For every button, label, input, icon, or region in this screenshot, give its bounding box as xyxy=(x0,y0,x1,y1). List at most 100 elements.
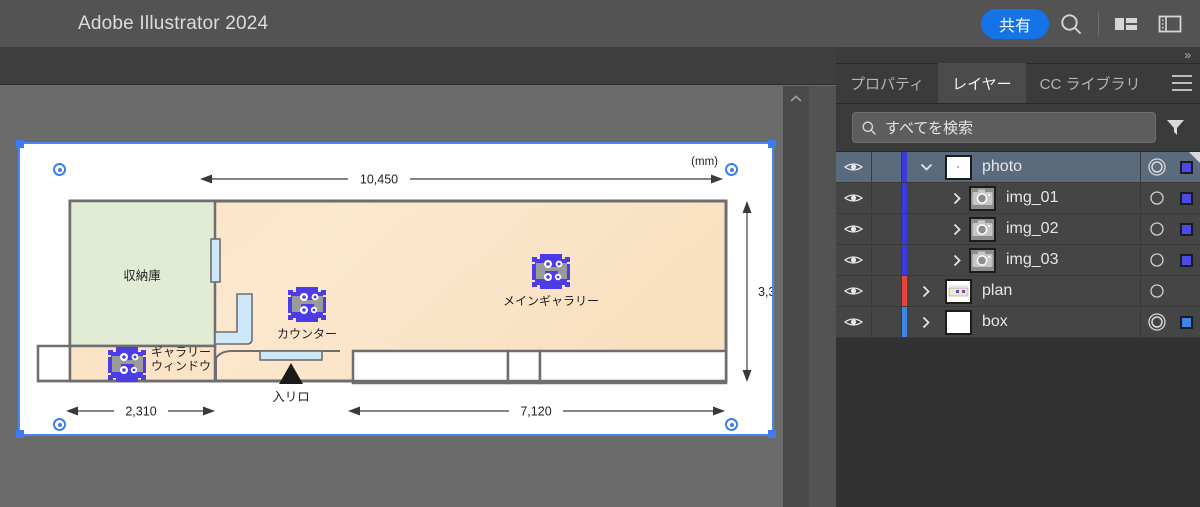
camera-icon xyxy=(972,189,993,205)
lock-toggle-plan[interactable] xyxy=(872,276,902,306)
workspace-switcher-button[interactable] xyxy=(1148,2,1192,46)
lock-toggle-img-02[interactable] xyxy=(872,214,902,244)
selection-swatch-img-01 xyxy=(1172,183,1200,213)
target-indicator-img-01[interactable] xyxy=(1140,183,1172,213)
eye-icon xyxy=(844,318,863,326)
selection-swatch-box xyxy=(1172,307,1200,337)
tab-properties-label: プロパティ xyxy=(850,75,925,93)
dimension-top xyxy=(200,174,723,184)
disclosure-photo[interactable] xyxy=(907,152,945,182)
selection-swatch-plan xyxy=(1172,276,1200,306)
tab-properties[interactable]: プロパティ xyxy=(836,63,938,103)
share-button[interactable]: 共有 xyxy=(980,8,1049,39)
share-button-label: 共有 xyxy=(998,17,1031,35)
layer-row-photo[interactable]: photo xyxy=(836,152,1200,183)
target-icon xyxy=(1149,284,1164,298)
layer-thumbnail-box xyxy=(945,309,972,335)
visibility-toggle-plan[interactable] xyxy=(836,276,872,306)
tab-cc-libraries[interactable]: CC ライブラリ xyxy=(1026,63,1155,103)
artboard[interactable]: 収納庫 入リロ 10,450 (mm) 3,3 2,310 7,120 カウンタ… xyxy=(16,140,776,438)
layer-row-img-03[interactable]: img_03 xyxy=(836,245,1200,276)
canvas-right-margin xyxy=(809,86,836,507)
toolbar-divider xyxy=(1098,10,1099,37)
layer-row-box[interactable]: box xyxy=(836,307,1200,338)
visibility-toggle-img-02[interactable] xyxy=(836,214,872,244)
chevron-up-icon[interactable] xyxy=(789,94,803,104)
tab-layers[interactable]: レイヤー xyxy=(938,63,1026,103)
disclosure-img-01[interactable] xyxy=(907,183,969,213)
search-button[interactable] xyxy=(1049,2,1093,46)
illustrator-window: Adobe Illustrator 2024 共有 収納庫 入リロ 10,450… xyxy=(0,0,1200,507)
swatch-color xyxy=(1179,191,1193,205)
chevron-right-icon xyxy=(922,285,930,297)
target-indicator-img-03[interactable] xyxy=(1140,245,1172,275)
eye-icon xyxy=(844,256,863,264)
room-label-storage: 収納庫 xyxy=(123,268,161,283)
target-indicator-photo[interactable] xyxy=(1140,152,1172,182)
filter-button[interactable] xyxy=(1156,119,1194,136)
lock-toggle-photo[interactable] xyxy=(872,152,902,182)
target-icon xyxy=(1149,222,1164,236)
disclosure-img-02[interactable] xyxy=(907,214,969,244)
floor-plan-drawing[interactable]: 収納庫 入リロ 10,450 (mm) 3,3 2,310 7,120 カウンタ… xyxy=(20,144,772,434)
dimension-value-bottom-right: 7,120 xyxy=(520,405,551,419)
layer-name-plan: plan xyxy=(982,282,1013,299)
layer-row-img-02[interactable]: img_02 xyxy=(836,214,1200,245)
eye-icon xyxy=(844,163,863,171)
eye-icon xyxy=(844,225,863,233)
search-input[interactable]: すべてを検索 xyxy=(852,112,1156,143)
photo-marker-main-gallery[interactable] xyxy=(532,254,570,289)
photo-marker-gallery-window[interactable] xyxy=(108,347,146,382)
swatch-color xyxy=(1179,315,1193,329)
target-icon xyxy=(1149,253,1164,267)
workspace-switcher-icon xyxy=(1158,15,1182,32)
layer-row-plan[interactable]: plan xyxy=(836,276,1200,307)
target-indicator-plan[interactable] xyxy=(1140,276,1172,306)
disclosure-box[interactable] xyxy=(907,307,945,337)
layer-thumbnail-img-01 xyxy=(969,185,996,211)
vertical-scrollbar[interactable] xyxy=(783,86,809,507)
page-title: Adobe Illustrator 2024 xyxy=(78,12,269,34)
canvas-area[interactable]: 収納庫 入リロ 10,450 (mm) 3,3 2,310 7,120 カウンタ… xyxy=(0,86,836,507)
panel-top-strip: » xyxy=(836,47,1200,64)
layer-thumbnail-img-03 xyxy=(969,247,996,273)
visibility-toggle-box[interactable] xyxy=(836,307,872,337)
target-indicator-box[interactable] xyxy=(1140,307,1172,337)
search-input-placeholder: すべてを検索 xyxy=(885,120,974,137)
disclosure-img-03[interactable] xyxy=(907,245,969,275)
layer-name-img-03: img_03 xyxy=(1006,251,1059,268)
swatch-color xyxy=(1179,222,1193,236)
eye-icon xyxy=(844,287,863,295)
tab-layers-label: レイヤー xyxy=(952,75,1012,93)
visibility-toggle-img-03[interactable] xyxy=(836,245,872,275)
unit-label: (mm) xyxy=(691,156,718,168)
visibility-toggle-img-01[interactable] xyxy=(836,183,872,213)
arrange-documents-icon xyxy=(1115,17,1137,30)
dimension-value-right: 3,310 xyxy=(758,285,772,299)
panel-tab-bar: プロパティ レイヤー CC ライブラリ xyxy=(836,63,1200,104)
expand-panels-button[interactable]: » xyxy=(1184,49,1191,61)
target-icon xyxy=(1149,191,1164,205)
layers-list: photo img_01 img_02 img_03 plan box xyxy=(836,152,1200,338)
eye-icon xyxy=(844,194,863,202)
disclosure-plan[interactable] xyxy=(907,276,945,306)
camera-icon xyxy=(972,251,993,267)
visibility-toggle-photo[interactable] xyxy=(836,152,872,182)
chevron-right-icon xyxy=(953,254,961,266)
label-counter: カウンター xyxy=(277,327,337,341)
layer-name-photo: photo xyxy=(982,158,1023,175)
target-indicator-img-02[interactable] xyxy=(1140,214,1172,244)
lock-toggle-img-01[interactable] xyxy=(872,183,902,213)
lock-toggle-img-03[interactable] xyxy=(872,245,902,275)
chevron-down-icon xyxy=(920,163,932,171)
lock-toggle-box[interactable] xyxy=(872,307,902,337)
layer-thumbnail-img-02 xyxy=(969,216,996,242)
layer-row-img-01[interactable]: img_01 xyxy=(836,183,1200,214)
panel-menu-icon[interactable] xyxy=(1172,75,1192,91)
search-icon xyxy=(1061,13,1081,34)
selected-corner-fold xyxy=(1189,152,1200,163)
search-icon xyxy=(862,121,876,135)
arrange-documents-button[interactable] xyxy=(1104,2,1148,46)
document-toolbar xyxy=(0,47,836,85)
photo-marker-counter[interactable] xyxy=(288,287,326,322)
